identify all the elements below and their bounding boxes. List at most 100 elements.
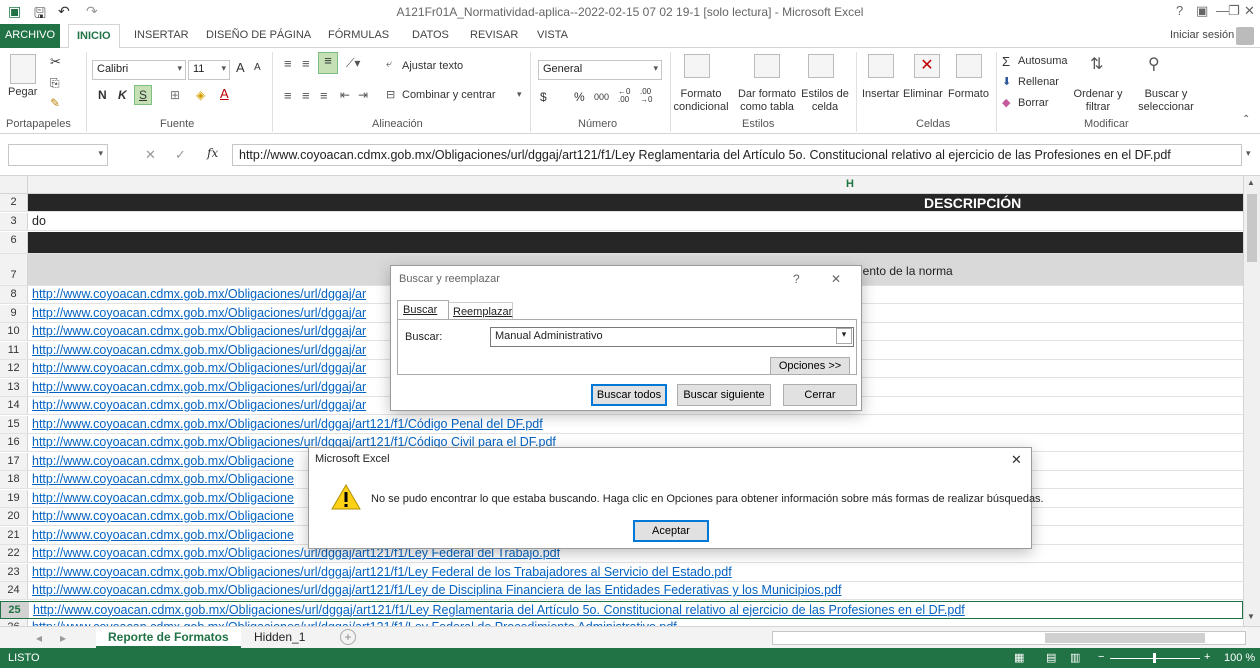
align-middle-icon[interactable]: ≡ [302,56,310,71]
close-window-button[interactable]: ✕ [1244,3,1255,19]
dialog-help-icon[interactable]: ? [793,272,800,286]
thousands-button[interactable]: 000 [594,92,609,102]
tab-review[interactable]: REVISAR [470,29,518,41]
row-number[interactable]: 18 [0,471,28,488]
hyperlink-cell[interactable]: http://www.coyoacan.cdmx.gob.mx/Obligaci… [33,603,965,617]
conditional-format-button[interactable]: Formato condicional [670,88,732,114]
normal-view-icon[interactable]: ▦ [1014,651,1024,664]
add-sheet-button[interactable]: + [340,629,356,645]
clear-button[interactable]: Borrar [1018,97,1049,109]
row-number[interactable]: 2 [0,194,28,211]
row-number[interactable]: 25 [1,601,29,618]
hyperlink-cell[interactable]: http://www.coyoacan.cdmx.gob.mx/Obligaci… [32,565,732,579]
delete-cells-icon[interactable]: ✕ [914,54,940,78]
row-number[interactable]: 9 [0,304,28,322]
hyperlink-cell[interactable]: http://www.coyoacan.cdmx.gob.mx/Obligaci… [32,491,294,505]
row-number[interactable]: 10 [0,323,28,340]
orientation-icon[interactable]: ⟋▾ [346,56,360,71]
hyperlink-cell[interactable]: http://www.coyoacan.cdmx.gob.mx/Obligaci… [32,306,366,320]
format-cells-icon[interactable] [956,54,982,78]
number-format-combo[interactable]: General ▾ [538,60,662,80]
row-number[interactable]: 26 [0,619,28,626]
fill-button[interactable]: Rellenar [1018,76,1059,88]
chevron-down-icon[interactable]: ▾ [517,89,522,100]
align-right-icon[interactable]: ≡ [320,88,328,103]
row-number[interactable]: 17 [0,452,28,470]
fill-color-icon[interactable]: ◈ [196,88,205,102]
table-row[interactable]: 3 do [0,213,1243,231]
conditional-format-icon[interactable] [684,54,710,78]
table-row[interactable]: 2 DESCRIPCIÓN [0,194,1243,212]
zoom-in-icon[interactable]: + [1204,651,1210,663]
insert-function-icon[interactable]: fx [207,146,218,160]
formula-input[interactable]: http://www.coyoacan.cdmx.gob.mx/Obligaci… [232,144,1242,166]
sheet-tab-hidden[interactable]: Hidden_1 [242,627,317,648]
hyperlink-cell[interactable]: http://www.coyoacan.cdmx.gob.mx/Obligaci… [32,528,294,542]
format-table-icon[interactable] [754,54,780,78]
tab-formulas[interactable]: FÓRMULAS [328,29,389,41]
scroll-thumb[interactable] [1045,633,1205,643]
decrease-indent-icon[interactable]: ⇤ [340,88,350,102]
font-size-combo[interactable]: 11 ▾ [188,60,230,80]
hyperlink-cell[interactable]: http://www.coyoacan.cdmx.gob.mx/Obligaci… [32,454,294,468]
cancel-formula-icon[interactable]: ✕ [145,147,156,163]
format-painter-icon[interactable]: ✎ [50,96,60,110]
table-row[interactable]: 24 http://www.coyoacan.cdmx.gob.mx/Obliga… [0,582,1243,600]
horizontal-scrollbar[interactable] [772,631,1246,645]
alert-close-icon[interactable]: ✕ [1011,452,1022,468]
table-row[interactable]: 15 http://www.coyoacan.cdmx.gob.mx/Obliga… [0,415,1243,434]
copy-icon[interactable]: ⎘ [50,76,60,91]
hyperlink-cell[interactable]: http://www.coyoacan.cdmx.gob.mx/Obligaci… [32,361,366,375]
avatar[interactable] [1236,27,1254,45]
vertical-scrollbar[interactable]: ▲ ▼ [1243,176,1260,626]
expand-formula-icon[interactable]: ▾ [1246,148,1251,159]
cut-icon[interactable]: ✂ [50,54,61,70]
hyperlink-cell[interactable]: http://www.coyoacan.cdmx.gob.mx/Obligaci… [32,380,366,394]
delete-cells-button[interactable]: Eliminar [903,88,943,100]
paste-icon[interactable] [10,54,36,84]
table-row[interactable]: 25 http://www.coyoacan.cdmx.gob.mx/Obliga… [0,600,1243,619]
paste-button[interactable]: Pegar [8,86,37,98]
increase-indent-icon[interactable]: ⇥ [358,88,368,102]
table-row[interactable]: 26http://www.coyoacan.cdmx.gob.mx/Obliga… [0,619,1243,626]
tab-view[interactable]: VISTA [537,29,568,41]
hyperlink-cell[interactable]: http://www.coyoacan.cdmx.gob.mx/Obligaci… [32,398,366,412]
cell-styles-button[interactable]: Estilos de celda [800,88,850,114]
tab-home[interactable]: INICIO [68,24,120,49]
row-number[interactable]: 15 [0,415,28,433]
hyperlink-cell[interactable]: http://www.coyoacan.cdmx.gob.mx/Obligaci… [32,583,841,597]
chevron-down-icon[interactable]: ▾ [836,328,852,344]
row-number[interactable]: 19 [0,489,28,507]
collapse-ribbon-icon[interactable]: ⌃ [1242,114,1250,125]
find-next-button[interactable]: Buscar siguiente [677,384,771,406]
align-center-icon[interactable]: ≡ [302,88,310,103]
next-sheet-icon[interactable]: ▸ [60,631,66,645]
row-number[interactable]: 11 [0,341,28,359]
tab-file[interactable]: ARCHIVO [0,24,60,48]
currency-button[interactable]: $ [540,90,547,104]
tab-page-layout[interactable]: DISEÑO DE PÁGINA [206,29,311,41]
find-input[interactable]: Manual Administrativo [490,327,854,347]
row-number[interactable]: 3 [0,213,28,230]
row-number[interactable]: 24 [0,582,28,599]
format-cells-button[interactable]: Formato [948,88,989,100]
sort-filter-button[interactable]: Ordenar y filtrar [1070,88,1126,114]
increase-decimal-button[interactable]: ←0 .00 [618,88,638,104]
row-number[interactable]: 20 [0,508,28,525]
row-number[interactable]: 13 [0,378,28,396]
hyperlink-cell[interactable]: http://www.coyoacan.cdmx.gob.mx/Obligaci… [32,509,294,523]
row-number[interactable]: 7 [0,254,28,285]
align-bottom-icon[interactable]: ≡ [318,52,338,74]
hyperlink-cell[interactable]: http://www.coyoacan.cdmx.gob.mx/Obligaci… [32,287,366,301]
restore-button[interactable]: ❐ [1228,3,1240,19]
page-break-view-icon[interactable]: ▥ [1070,651,1080,664]
row-number[interactable]: 21 [0,526,28,544]
wrap-text-button[interactable]: Ajustar texto [402,60,463,72]
row-number[interactable]: 22 [0,545,28,562]
ribbon-display-icon[interactable]: ▣ [1196,3,1208,19]
align-top-icon[interactable]: ≡ [284,56,292,71]
percent-button[interactable]: % [574,90,585,104]
prev-sheet-icon[interactable]: ◂ [36,631,42,645]
autosum-button[interactable]: Autosuma [1018,55,1068,67]
sign-in-link[interactable]: Iniciar sesión [1170,29,1234,41]
